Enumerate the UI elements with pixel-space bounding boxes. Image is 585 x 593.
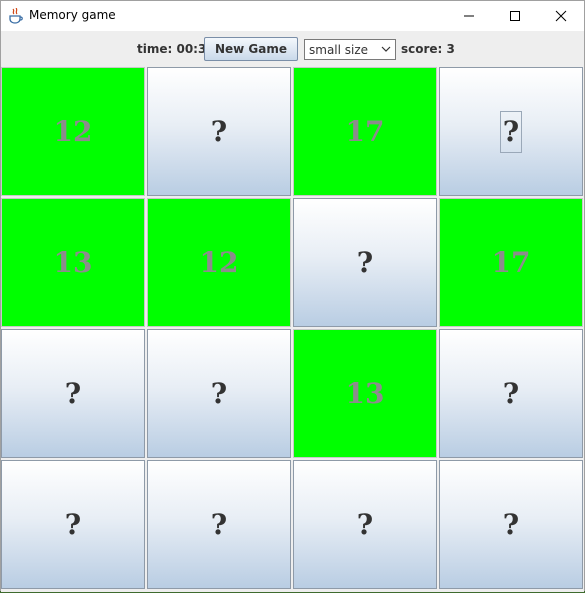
card-r4-c4[interactable]: ? [439, 460, 583, 589]
maximize-icon [510, 11, 520, 21]
title-bar[interactable]: Memory game [1, 1, 584, 31]
board-size-select[interactable]: small size [304, 39, 396, 60]
card-grid: 12 ? 17 ? 13 12 ? 17 ? ? 13 ? ? ? ? ? [1, 67, 584, 592]
score-label: score: 3 [401, 42, 455, 56]
card-r4-c2[interactable]: ? [147, 460, 291, 589]
card-r3-c1[interactable]: ? [1, 329, 145, 458]
card-r1-c2[interactable]: ? [147, 67, 291, 196]
card-r2-c2[interactable]: 12 [147, 198, 291, 327]
card-label: 12 [53, 115, 93, 148]
card-r4-c1[interactable]: ? [1, 460, 145, 589]
chevron-down-icon [381, 46, 391, 52]
card-label: ? [64, 508, 82, 541]
toolbar: time: 00:31 New Game small size score: 3 [1, 31, 584, 67]
new-game-button[interactable]: New Game [204, 37, 298, 61]
card-label: ? [356, 508, 374, 541]
card-r1-c1[interactable]: 12 [1, 67, 145, 196]
card-label: 13 [53, 246, 93, 279]
card-label: ? [356, 246, 374, 279]
card-r1-c3[interactable]: 17 [293, 67, 437, 196]
card-label: ? [499, 110, 523, 153]
card-r3-c2[interactable]: ? [147, 329, 291, 458]
card-label: 17 [491, 246, 531, 279]
card-label: ? [502, 377, 520, 410]
card-label: ? [502, 508, 520, 541]
card-label: 12 [199, 246, 239, 279]
minimize-icon [464, 15, 474, 17]
card-label: 17 [345, 115, 385, 148]
card-r3-c3[interactable]: 13 [293, 329, 437, 458]
close-icon [555, 10, 567, 22]
maximize-button[interactable] [492, 1, 538, 31]
card-label: ? [210, 115, 228, 148]
card-r1-c4[interactable]: ? [439, 67, 583, 196]
java-cup-icon [9, 7, 23, 24]
card-label: ? [210, 377, 228, 410]
close-button[interactable] [538, 1, 584, 31]
card-label: ? [210, 508, 228, 541]
card-label: ? [64, 377, 82, 410]
card-r3-c4[interactable]: ? [439, 329, 583, 458]
card-r4-c3[interactable]: ? [293, 460, 437, 589]
app-window: Memory game time: 00:31 New Game small s… [0, 0, 585, 592]
minimize-button[interactable] [446, 1, 492, 31]
card-r2-c1[interactable]: 13 [1, 198, 145, 327]
card-r2-c4[interactable]: 17 [439, 198, 583, 327]
card-label: 13 [345, 377, 385, 410]
window-title: Memory game [29, 8, 116, 22]
board-size-value: small size [309, 43, 369, 57]
card-r2-c3[interactable]: ? [293, 198, 437, 327]
